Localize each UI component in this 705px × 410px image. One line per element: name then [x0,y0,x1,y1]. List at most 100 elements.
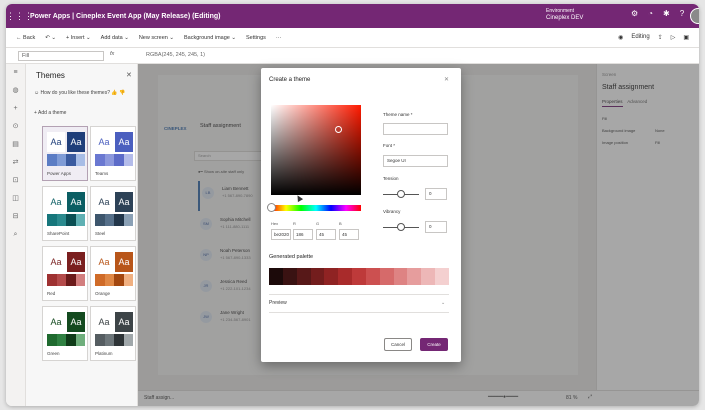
close-icon[interactable]: ✕ [126,71,132,79]
gear-icon[interactable]: ✱ [663,9,670,18]
tension-input[interactable]: 0 [425,188,447,200]
theme-name-label: Theme name * [383,112,413,117]
environment-picker[interactable]: Environment Cineplex DEV [546,8,583,22]
theme-swatch [66,334,76,346]
divider [269,312,449,313]
color-picker-area[interactable] [271,105,361,195]
add-theme-button[interactable]: + Add a theme [34,110,66,116]
palette-swatch [379,268,394,285]
save-icon[interactable]: ▣ [683,34,689,41]
dialog-title: Create a theme [269,77,311,83]
theme-aa-dark: Aa [67,252,85,272]
thumbs-up-icon[interactable]: 👍 [111,90,117,96]
theme-name: Green [47,351,60,356]
copilot-icon[interactable]: ◉ [618,34,623,41]
theme-swatch [56,154,66,166]
insert-icon[interactable]: + [6,100,25,118]
help-icon[interactable]: ? [680,9,684,18]
hue-slider-handle[interactable] [267,203,276,212]
preview-section[interactable]: Preview [269,300,287,306]
r-input[interactable]: 186 [293,229,313,240]
user-avatar[interactable] [690,8,699,24]
cancel-button[interactable]: Cancel [384,338,412,351]
vibrancy-slider-handle[interactable] [397,223,405,231]
insert-button[interactable]: + Insert ⌄ [66,35,91,41]
editing-status[interactable]: Editing [631,34,649,41]
palette-swatch [407,268,422,285]
g-input[interactable]: 45 [316,229,336,240]
theme-swatch [114,214,124,226]
theme-icon[interactable]: ◫ [6,190,25,208]
hue-slider[interactable] [267,203,361,212]
b-label: B [339,221,342,226]
create-button[interactable]: Create [420,338,448,351]
g-label: G [316,221,320,226]
theme-tile[interactable]: Aa Aa Green [42,306,88,361]
theme-swatch [47,214,57,226]
theme-swatch [75,214,85,226]
tension-slider[interactable] [383,190,419,198]
theme-tile[interactable]: Aa Aa Steel [90,186,136,241]
theme-tile[interactable]: Aa Aa Power Apps [42,126,88,181]
tree-view-icon[interactable]: ◍ [6,82,25,100]
theme-tile[interactable]: Aa Aa SharePoint [42,186,88,241]
theme-swatch [75,154,85,166]
theme-swatch [104,334,114,346]
palette-swatch [435,268,449,285]
theme-swatch [104,154,114,166]
data-icon[interactable]: ⊙ [6,118,25,136]
undo-icon[interactable]: ↶ ⌄ [45,35,56,41]
b-input[interactable]: 45 [339,229,359,240]
font-dropdown[interactable]: Segoe UI [383,155,448,167]
palette-swatch [296,268,311,285]
close-icon[interactable]: ✕ [444,76,449,83]
vibrancy-input[interactable]: 0 [425,221,447,233]
palette-swatch [393,268,408,285]
variables-icon[interactable]: ⊡ [6,172,25,190]
settings-button[interactable]: Settings [246,35,266,41]
theme-aa-light: Aa [95,312,113,332]
palette-swatch [421,268,436,285]
search-icon[interactable]: ⌕ [6,226,25,244]
theme-tile[interactable]: Aa Aa Orange [90,246,136,301]
palette-swatch [310,268,325,285]
add-data-button[interactable]: Add data ⌄ [101,35,129,41]
chevron-down-icon[interactable]: ⌄ [441,300,445,306]
formula-input[interactable]: RGBA(245, 245, 245, 1) [146,52,205,58]
plus-icon: + [34,110,37,116]
theme-aa-dark: Aa [115,252,133,272]
vibrancy-slider[interactable] [383,223,419,231]
share-icon[interactable]: ⇪ [658,34,663,41]
thumbs-down-icon[interactable]: 👎 [119,90,125,96]
theme-swatch [56,274,66,286]
theme-aa-light: Aa [95,132,113,152]
advanced-tools-icon[interactable]: ⊟ [6,208,25,226]
theme-tile[interactable]: Aa Aa Teams [90,126,136,181]
add-theme-label: Add a theme [38,110,67,116]
theme-aa-dark: Aa [115,312,133,332]
theme-tile[interactable]: Aa Aa Red [42,246,88,301]
theme-name-input[interactable] [383,123,448,135]
color-picker-handle[interactable] [335,126,342,133]
power-automate-icon[interactable]: ⇄ [6,154,25,172]
theme-swatch [123,154,133,166]
theme-aa-light: Aa [47,192,65,212]
notification-icon[interactable]: ◔ [648,9,653,18]
background-image-button[interactable]: Background image ⌄ [184,35,236,41]
more-button[interactable]: ··· [276,35,282,41]
theme-swatch [95,274,105,286]
app-launcher-icon[interactable]: ⋮⋮⋮ [6,11,33,22]
theme-aa-dark: Aa [115,192,133,212]
back-button[interactable]: ← Back [16,35,35,41]
media-icon[interactable]: ▤ [6,136,25,154]
feedback-icon: ☺ [34,90,40,96]
hex-input[interactable]: be2020 [271,229,291,240]
play-icon[interactable]: ▷ [671,34,676,41]
theme-tile[interactable]: Aa Aa Platinum [90,306,136,361]
property-dropdown[interactable]: Fill [18,51,104,61]
settings-icon[interactable]: ⚙ [631,9,638,18]
tension-slider-handle[interactable] [397,190,405,198]
theme-name: Steel [95,231,106,236]
menu-icon[interactable]: ≡ [6,64,25,82]
new-screen-button[interactable]: New screen ⌄ [139,35,174,41]
